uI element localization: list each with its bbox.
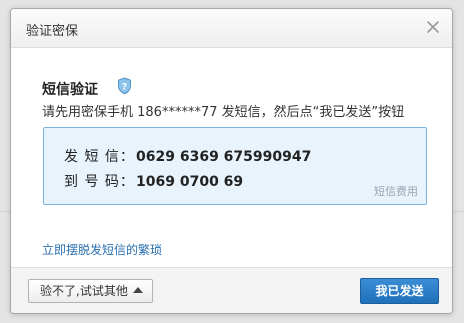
caret-up-icon (132, 287, 143, 293)
dialog-title: 验证密保 (26, 24, 79, 39)
sms-content-row: 发 短 信：0629 6369 675990947 (64, 146, 311, 166)
sms-number-value: 1069 0700 69 (136, 174, 244, 190)
sms-info-box: 发 短 信：0629 6369 675990947 到 号 码：1069 070… (43, 127, 427, 205)
sms-content-label: 发 短 信： (64, 149, 135, 165)
sms-number-row: 到 号 码：1069 0700 69 (64, 171, 243, 191)
svg-text:?: ? (122, 82, 127, 92)
section-title: 短信验证 (42, 82, 98, 98)
sent-confirm-button[interactable]: 我已发送 (360, 278, 439, 304)
escape-sms-link[interactable]: 立即摆脱发短信的繁琐 (42, 241, 162, 258)
sms-content-value: 0629 6369 675990947 (136, 149, 312, 165)
other-options-button[interactable]: 验不了,试试其他 (28, 279, 153, 303)
shield-question-icon[interactable]: ? (117, 77, 132, 95)
close-icon[interactable] (425, 19, 441, 35)
instruction-text: 请先用密保手机 186******77 发短信，然后点“我已发送”按钮 (42, 105, 405, 120)
dialog-header: 验证密保 (11, 9, 452, 48)
dialog-footer: 验不了,试试其他 我已发送 (11, 267, 452, 313)
other-options-label: 验不了,试试其他 (40, 284, 128, 298)
sms-number-label: 到 号 码： (64, 174, 135, 190)
sms-fee-note[interactable]: 短信费用 (374, 183, 418, 199)
verify-dialog: 验证密保 短信验证 ? 请先用密保手机 186******77 发短信，然后点“… (10, 8, 453, 314)
